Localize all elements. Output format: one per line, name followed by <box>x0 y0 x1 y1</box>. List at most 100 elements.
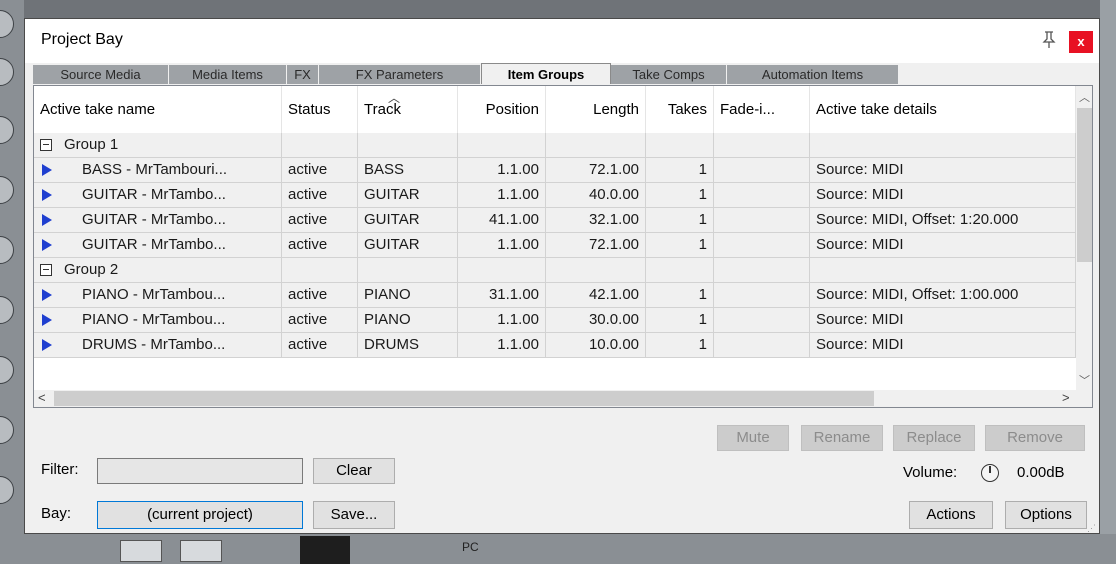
cell-fade <box>714 308 810 332</box>
volume-label: Volume: <box>903 464 958 481</box>
column-header-active-take-name[interactable]: Active take name <box>34 86 282 133</box>
table-row[interactable]: DRUMS - MrTambo... active DRUMS 1.1.00 10.0.… <box>34 333 1076 358</box>
background-track-block <box>300 536 350 564</box>
cell-track: GUITAR <box>358 233 458 257</box>
collapse-group-icon[interactable] <box>40 264 52 276</box>
play-icon[interactable] <box>42 239 52 251</box>
empty-cell <box>546 133 646 157</box>
cell-length: 42.1.00 <box>546 283 646 307</box>
empty-cell <box>714 258 810 282</box>
table-row[interactable]: PIANO - MrTambou... active PIANO 1.1.00 30.0… <box>34 308 1076 333</box>
cell-details: Source: MIDI <box>810 233 1076 257</box>
save-button[interactable]: Save... <box>313 501 395 529</box>
cell-status: active <box>282 283 358 307</box>
group-row[interactable]: Group 2 <box>34 258 1076 283</box>
item-groups-list[interactable]: Active take name Status Track Position L… <box>33 85 1093 408</box>
table-row[interactable]: PIANO - MrTambou... active PIANO 31.1.00 42.… <box>34 283 1076 308</box>
tab-take-comps[interactable]: Take Comps <box>611 65 727 84</box>
play-icon[interactable] <box>42 339 52 351</box>
table-row[interactable]: BASS - MrTambouri... active BASS 1.1.00 72.1… <box>34 158 1076 183</box>
actions-button[interactable]: Actions <box>909 501 993 529</box>
scroll-up-icon[interactable]: ︿ <box>1079 89 1090 105</box>
pin-icon[interactable] <box>1041 31 1057 49</box>
background-knob <box>0 58 14 86</box>
column-header-takes[interactable]: Takes <box>646 86 714 133</box>
play-icon[interactable] <box>42 164 52 176</box>
sort-ascending-icon: ︿ <box>388 91 401 105</box>
tab-item-groups[interactable]: Item Groups <box>481 63 611 84</box>
empty-cell <box>546 258 646 282</box>
cell-details: Source: MIDI <box>810 183 1076 207</box>
empty-cell <box>646 133 714 157</box>
cell-takes: 1 <box>646 233 714 257</box>
resize-grip-icon[interactable]: ⋰ <box>1087 523 1096 534</box>
empty-cell <box>358 133 458 157</box>
cell-length: 72.1.00 <box>546 158 646 182</box>
filter-input[interactable] <box>97 458 303 484</box>
mute-button[interactable]: Mute <box>717 425 789 451</box>
cell-position: 41.1.00 <box>458 208 546 232</box>
window-title: Project Bay <box>41 31 123 48</box>
group-name: Group 2 <box>34 258 282 282</box>
play-icon[interactable] <box>42 189 52 201</box>
cell-name: GUITAR - MrTambo... <box>34 208 282 232</box>
column-header-fade-in[interactable]: Fade-i... <box>714 86 810 133</box>
play-icon[interactable] <box>42 314 52 326</box>
scroll-down-icon[interactable]: ﹀ <box>1079 372 1090 388</box>
cell-length: 32.1.00 <box>546 208 646 232</box>
table-row[interactable]: GUITAR - MrTambo... active GUITAR 1.1.00 40.… <box>34 183 1076 208</box>
empty-cell <box>810 133 1076 157</box>
vertical-scrollbar[interactable]: ︿ ﹀ <box>1076 86 1092 390</box>
background-knob <box>0 176 14 204</box>
column-header-status[interactable]: Status <box>282 86 358 133</box>
background-knob <box>0 10 14 38</box>
vertical-scroll-thumb[interactable] <box>1077 108 1092 262</box>
column-header-length[interactable]: Length <box>546 86 646 133</box>
cell-fade <box>714 283 810 307</box>
column-header-position[interactable]: Position <box>458 86 546 133</box>
cell-position: 1.1.00 <box>458 233 546 257</box>
remove-button[interactable]: Remove <box>985 425 1085 451</box>
cell-details: Source: MIDI <box>810 308 1076 332</box>
collapse-group-icon[interactable] <box>40 139 52 151</box>
scroll-left-icon[interactable]: < <box>38 390 46 405</box>
scroll-right-icon[interactable]: > <box>1062 390 1070 405</box>
background-bottom-strip <box>0 534 1116 564</box>
cell-details: Source: MIDI, Offset: 1:00.000 <box>810 283 1076 307</box>
replace-button[interactable]: Replace <box>893 425 975 451</box>
horizontal-scroll-thumb[interactable] <box>54 391 874 406</box>
volume-knob-icon[interactable] <box>981 464 999 482</box>
close-button[interactable]: x <box>1069 31 1093 53</box>
play-icon[interactable] <box>42 214 52 226</box>
column-header-active-take-details[interactable]: Active take details <box>810 86 1076 133</box>
table-row[interactable]: GUITAR - MrTambo... active GUITAR 1.1.00 72.… <box>34 233 1076 258</box>
tab-automation-items[interactable]: Automation Items <box>727 65 899 84</box>
background-knob <box>0 296 14 324</box>
cell-details: Source: MIDI <box>810 158 1076 182</box>
cell-position: 31.1.00 <box>458 283 546 307</box>
cell-track: PIANO <box>358 283 458 307</box>
cell-status: active <box>282 158 358 182</box>
column-header-track[interactable]: Track <box>358 86 458 133</box>
title-bar[interactable]: Project Bay x <box>25 19 1099 63</box>
tab-fx-parameters[interactable]: FX Parameters <box>319 65 481 84</box>
bay-selector[interactable]: (current project) <box>97 501 303 529</box>
cell-details: Source: MIDI <box>810 333 1076 357</box>
empty-cell <box>646 258 714 282</box>
cell-fade <box>714 333 810 357</box>
group-row[interactable]: Group 1 <box>34 133 1076 158</box>
tab-media-items[interactable]: Media Items <box>169 65 287 84</box>
volume-value: 0.00dB <box>1017 464 1065 481</box>
table-row[interactable]: GUITAR - MrTambo... active GUITAR 41.1.00 32… <box>34 208 1076 233</box>
cell-fade <box>714 183 810 207</box>
cell-fade <box>714 158 810 182</box>
clear-button[interactable]: Clear <box>313 458 395 484</box>
play-icon[interactable] <box>42 289 52 301</box>
rename-button[interactable]: Rename <box>801 425 883 451</box>
options-button[interactable]: Options <box>1005 501 1087 529</box>
cell-status: active <box>282 233 358 257</box>
tab-fx[interactable]: FX <box>287 65 319 84</box>
tab-source-media[interactable]: Source Media <box>33 65 169 84</box>
horizontal-scrollbar[interactable]: < > <box>34 390 1076 407</box>
cell-status: active <box>282 183 358 207</box>
